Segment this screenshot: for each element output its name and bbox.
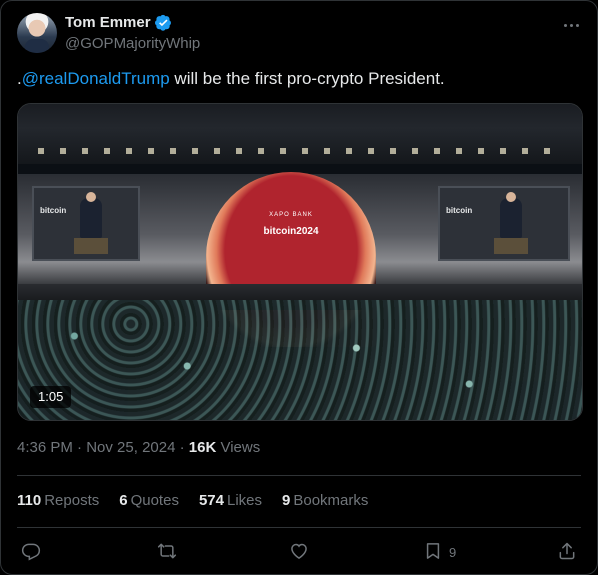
bookmark-button[interactable]: 9 <box>423 539 456 565</box>
bookmarks-stat[interactable]: 9 Bookmarks <box>282 492 368 509</box>
video-player[interactable]: bitcoin bitcoin XAPO BANK bitcoin2024 1:… <box>17 103 583 421</box>
tweet-header: Tom Emmer @GOPMajorityWhip <box>17 13 581 57</box>
likes-stat[interactable]: 574 Likes <box>199 492 262 509</box>
bookmark-icon <box>423 541 443 564</box>
video-thumbnail: bitcoin bitcoin XAPO BANK bitcoin2024 <box>18 104 582 420</box>
author-display-name[interactable]: Tom Emmer <box>65 14 151 31</box>
tweet-text: .@realDonaldTrump will be the first pro-… <box>17 68 581 90</box>
reposts-count: 110 <box>17 492 42 509</box>
tweet-date[interactable]: Nov 25, 2024 <box>86 439 175 456</box>
reposts-label: Reposts <box>44 492 100 509</box>
views-count: 16K <box>188 439 217 456</box>
crowd <box>18 300 582 420</box>
verified-badge-icon <box>154 14 172 31</box>
retweet-icon <box>157 541 177 564</box>
tweet-time[interactable]: 4:36 PM <box>17 439 73 456</box>
meta-separator: · <box>72 439 87 456</box>
stage-sponsor-label: XAPO BANK <box>269 212 313 218</box>
heart-icon <box>289 541 309 564</box>
tweet-card: Tom Emmer @GOPMajorityWhip .@realDonaldT… <box>0 0 598 575</box>
more-options-icon[interactable] <box>561 15 581 35</box>
likes-label: Likes <box>226 492 263 509</box>
avatar[interactable] <box>17 13 57 53</box>
reply-icon <box>21 541 41 564</box>
screen-brand-left: bitcoin <box>40 206 67 215</box>
meta-separator: · <box>175 439 189 456</box>
quotes-label: Quotes <box>130 492 179 509</box>
quotes-stat[interactable]: 6 Quotes <box>119 492 179 509</box>
share-icon <box>557 541 577 564</box>
quotes-count: 6 <box>119 492 128 509</box>
stage-screen-left: bitcoin <box>32 186 140 261</box>
divider <box>17 527 581 528</box>
stage-screen-right: bitcoin <box>438 186 570 261</box>
mention-link[interactable]: @realDonaldTrump <box>22 69 170 88</box>
likes-count: 574 <box>198 492 224 509</box>
stage-truss <box>18 104 582 164</box>
screen-brand-right: bitcoin <box>446 206 473 215</box>
retweet-button[interactable] <box>157 539 177 565</box>
reply-button[interactable] <box>21 539 41 565</box>
tweet-body: will be the first pro-crypto President. <box>169 69 445 88</box>
bookmarks-count: 9 <box>282 492 291 509</box>
reposts-stat[interactable]: 110 Reposts <box>17 492 99 509</box>
like-button[interactable] <box>289 539 309 565</box>
author-name-row: Tom Emmer <box>65 14 172 31</box>
tweet-meta: 4:36 PM · Nov 25, 2024 · 16K Views <box>17 439 260 456</box>
divider <box>17 475 581 476</box>
video-duration-badge: 1:05 <box>30 386 72 408</box>
views-label: Views <box>216 439 261 456</box>
action-bar: 9 <box>17 539 581 565</box>
stage-event-label: bitcoin2024 <box>263 226 319 237</box>
share-button[interactable] <box>557 539 577 565</box>
engagement-stats: 110 Reposts 6 Quotes 574 Likes 9 Bookmarks <box>17 492 368 509</box>
bookmarks-label: Bookmarks <box>293 492 369 509</box>
author-handle[interactable]: @GOPMajorityWhip <box>65 35 200 52</box>
bookmark-count: 9 <box>449 544 457 560</box>
